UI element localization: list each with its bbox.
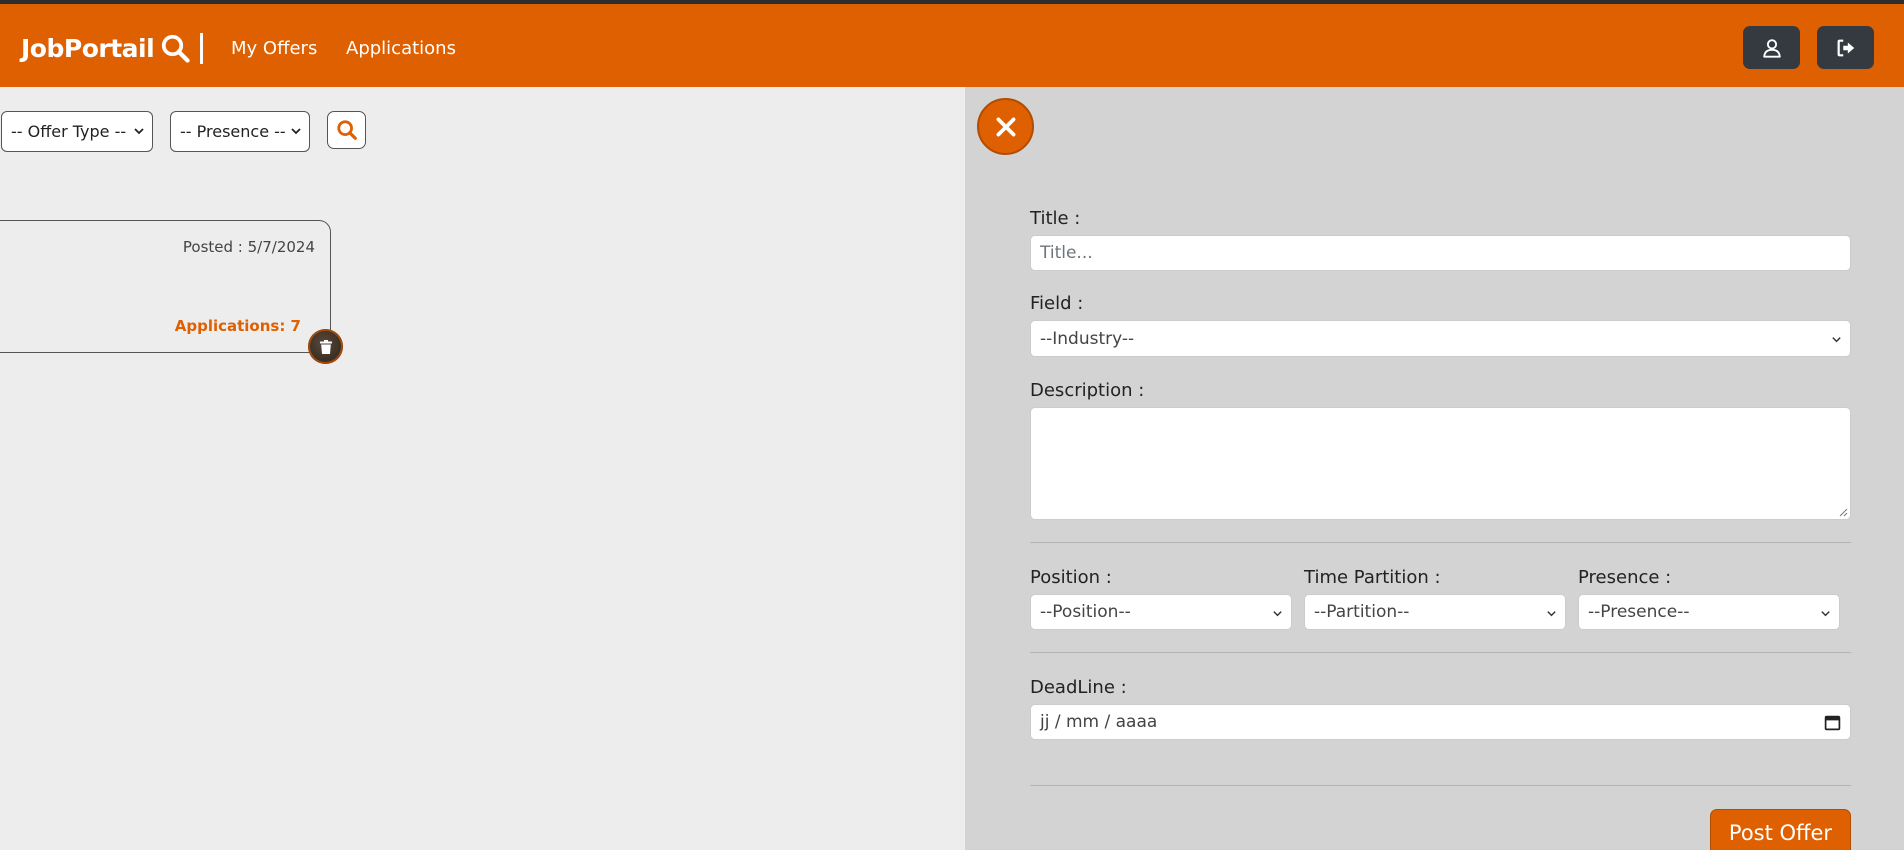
form-divider — [1030, 542, 1851, 543]
position-label: Position : — [1030, 567, 1112, 588]
delete-offer-button[interactable] — [308, 329, 343, 364]
close-icon — [996, 117, 1015, 136]
resize-handle-icon[interactable] — [1838, 507, 1848, 517]
position-select[interactable]: --Position-- — [1030, 594, 1292, 630]
chevron-down-icon — [291, 128, 301, 135]
description-label: Description : — [1030, 380, 1145, 401]
filter-search-button[interactable] — [327, 111, 366, 149]
brand-logo[interactable]: JobPortail — [21, 33, 190, 63]
presence-select-value: --Presence-- — [1588, 602, 1690, 622]
nav-applications[interactable]: Applications — [346, 38, 456, 59]
offer-type-value: -- Offer Type -- — [11, 122, 127, 141]
close-panel-button[interactable] — [977, 98, 1034, 155]
user-icon — [1762, 38, 1781, 58]
time-partition-value: --Partition-- — [1314, 602, 1410, 622]
title-placeholder: Title... — [1040, 243, 1093, 263]
field-select-value: --Industry-- — [1040, 328, 1135, 349]
brand-separator — [200, 33, 203, 64]
chevron-down-icon — [1547, 611, 1556, 617]
post-offer-button[interactable]: Post Offer — [1710, 809, 1851, 850]
offer-type-select[interactable]: -- Offer Type -- — [1, 111, 153, 152]
logout-button[interactable] — [1817, 26, 1874, 69]
title-input[interactable]: Title... — [1030, 235, 1851, 271]
brand-name[interactable]: JobPortail — [21, 34, 155, 63]
presence-label: Presence : — [1578, 567, 1672, 588]
deadline-date-input[interactable]: jj / mm / aaaa — [1030, 704, 1851, 740]
search-icon — [162, 34, 190, 63]
deadline-placeholder: jj / mm / aaaa — [1040, 712, 1158, 732]
time-partition-select[interactable]: --Partition-- — [1304, 594, 1566, 630]
presence-select[interactable]: --Presence-- — [1578, 594, 1840, 630]
deadline-label: DeadLine : — [1030, 677, 1127, 698]
description-textarea[interactable] — [1030, 407, 1851, 520]
navbar: JobPortail My Offers Applications — [0, 4, 1904, 87]
form-divider — [1030, 652, 1851, 653]
chevron-down-icon — [1821, 611, 1830, 617]
logout-icon — [1837, 39, 1854, 56]
profile-button[interactable] — [1743, 26, 1800, 69]
offer-applications-count[interactable]: Applications: 7 — [175, 317, 301, 335]
calendar-icon[interactable] — [1824, 714, 1841, 731]
offer-card[interactable]: Posted : 5/7/2024 Applications: 7 — [0, 220, 331, 353]
chevron-down-icon — [1273, 611, 1282, 617]
field-select[interactable]: --Industry-- — [1030, 320, 1851, 357]
time-partition-label: Time Partition : — [1304, 567, 1441, 588]
position-select-value: --Position-- — [1040, 602, 1131, 622]
nav-my-offers[interactable]: My Offers — [231, 38, 317, 59]
chevron-down-icon — [1832, 337, 1841, 343]
presence-filter-value: -- Presence -- — [180, 122, 286, 141]
presence-filter-select[interactable]: -- Presence -- — [170, 111, 310, 152]
field-label: Field : — [1030, 293, 1084, 314]
form-divider — [1030, 785, 1851, 786]
search-icon — [336, 120, 357, 140]
title-label: Title : — [1030, 208, 1081, 229]
chevron-down-icon — [134, 128, 144, 135]
offer-posted-date: Posted : 5/7/2024 — [182, 238, 315, 256]
trash-icon — [319, 339, 332, 354]
